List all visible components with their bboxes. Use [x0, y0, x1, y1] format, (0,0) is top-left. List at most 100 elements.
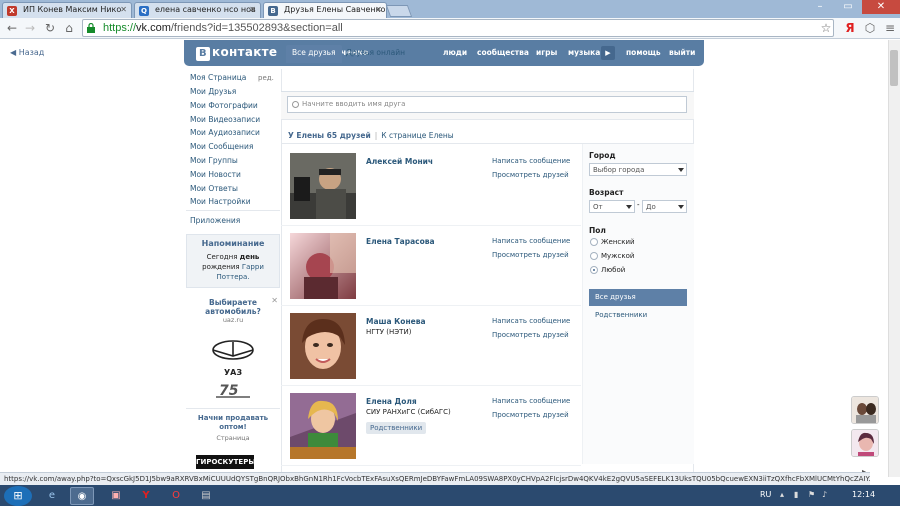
- menu-friends[interactable]: Мои Друзья: [190, 87, 236, 96]
- friend-avatar[interactable]: [290, 153, 356, 219]
- menu-photos[interactable]: Мои Фотографии: [190, 101, 258, 110]
- edit-link[interactable]: ред.: [258, 74, 274, 82]
- view-friends-link[interactable]: Просмотреть друзей: [492, 251, 569, 259]
- tray-volume-icon[interactable]: ♪: [822, 490, 830, 499]
- ad2-banner[interactable]: ГИРОСКУТЕРЫ: [196, 455, 256, 469]
- city-select[interactable]: Выбор города: [589, 163, 687, 176]
- music-play-icon[interactable]: ▶: [601, 46, 615, 60]
- gender-male-radio[interactable]: [590, 252, 598, 260]
- write-message-link[interactable]: Написать сообщение: [492, 237, 570, 245]
- menu-answers[interactable]: Мои Ответы: [190, 184, 238, 193]
- browser-tab-3-active[interactable]: B Друзья Елены Савченко ✕: [263, 2, 387, 18]
- birthday-person-link[interactable]: Гарри: [242, 263, 264, 271]
- tab-close-icon[interactable]: ✕: [249, 5, 256, 14]
- friend-name[interactable]: Алексей Монич: [366, 157, 433, 166]
- view-friends-link[interactable]: Просмотреть друзей: [492, 411, 569, 419]
- list-relatives[interactable]: Родственники: [595, 311, 647, 319]
- taskbar-chrome-icon[interactable]: ◉: [70, 487, 94, 505]
- friend-name[interactable]: Елена Тарасова: [366, 237, 435, 246]
- dropdown-arrow-icon: [626, 205, 632, 209]
- tab-close-icon[interactable]: ✕: [375, 5, 382, 14]
- write-message-link[interactable]: Написать сообщение: [492, 397, 570, 405]
- minimize-icon[interactable]: –: [806, 0, 834, 14]
- ad2-title[interactable]: Начни продавать оптом!: [186, 414, 280, 432]
- bookmark-star-icon[interactable]: ☆: [818, 20, 834, 36]
- nav-people[interactable]: люди: [443, 48, 467, 57]
- reload-icon[interactable]: ↻: [42, 20, 58, 36]
- nav-logout[interactable]: выйти: [669, 48, 695, 57]
- view-friends-link[interactable]: Просмотреть друзей: [492, 171, 569, 179]
- taskbar-yandex-icon[interactable]: Y: [134, 487, 158, 505]
- gender-any-label[interactable]: Любой: [601, 266, 625, 274]
- ad-close-icon[interactable]: ✕: [271, 296, 278, 305]
- menu-videos[interactable]: Мои Видеозаписи: [190, 115, 260, 124]
- menu-settings[interactable]: Мои Настройки: [190, 197, 251, 206]
- taskbar-ie-icon[interactable]: e: [40, 487, 64, 505]
- taskbar-opera-icon[interactable]: O: [164, 487, 188, 505]
- nav-music[interactable]: музыка: [568, 48, 600, 57]
- write-message-link[interactable]: Написать сообщение: [492, 157, 570, 165]
- start-button[interactable]: ⊞: [4, 486, 32, 506]
- friend-search-input[interactable]: Начните вводить имя друга: [287, 96, 687, 113]
- taskbar-clock[interactable]: 12:14: [852, 490, 875, 499]
- yandex-icon[interactable]: Я: [842, 20, 858, 36]
- address-bar[interactable]: https://vk.com/friends?id=135502893&sect…: [82, 19, 834, 37]
- new-tab-button[interactable]: [385, 5, 413, 17]
- scrollbar-thumb[interactable]: [890, 50, 898, 86]
- menu-divider: [186, 210, 280, 211]
- menu-icon[interactable]: ≡: [882, 20, 898, 36]
- gender-male-label[interactable]: Мужской: [601, 252, 634, 260]
- friend-avatar[interactable]: [290, 393, 356, 459]
- nav-communities[interactable]: сообщества: [477, 48, 529, 57]
- taskbar-word-icon[interactable]: ▣: [104, 487, 128, 505]
- nav-games[interactable]: игры: [536, 48, 557, 57]
- friend-name[interactable]: Елена Доля: [366, 397, 417, 406]
- page-scrollbar[interactable]: [888, 40, 900, 477]
- browser-tab-2[interactable]: Q елена савченко нсо нов ✕: [134, 2, 261, 18]
- friend-name[interactable]: Маша Конева: [366, 317, 426, 326]
- tab-all-friends[interactable]: Все друзья: [286, 45, 342, 63]
- tray-network-icon[interactable]: ▮: [794, 490, 802, 499]
- gender-female-label[interactable]: Женский: [601, 238, 635, 246]
- language-indicator[interactable]: RU: [760, 490, 771, 499]
- write-message-link[interactable]: Написать сообщение: [492, 317, 570, 325]
- list-all-friends[interactable]: Все друзья: [589, 289, 687, 306]
- close-window-icon[interactable]: ✕: [862, 0, 900, 14]
- menu-groups[interactable]: Мои Группы: [190, 156, 238, 165]
- browser-tab-label: ИП Конев Максим Нико: [23, 5, 122, 14]
- nav-help[interactable]: помощь: [626, 48, 661, 57]
- menu-news[interactable]: Мои Новости: [190, 170, 241, 179]
- extension-icon[interactable]: ⬡: [862, 20, 878, 36]
- tray-expand-icon[interactable]: ▴: [780, 490, 788, 499]
- uaz-brand-label: УАЗ: [223, 368, 243, 377]
- tray-flag-icon[interactable]: ⚑: [808, 490, 816, 499]
- back-arrow-icon[interactable]: ←: [4, 20, 20, 36]
- friends-count: У Елены 65 друзей: [288, 131, 371, 140]
- view-friends-link[interactable]: Просмотреть друзей: [492, 331, 569, 339]
- forward-arrow-icon[interactable]: →: [22, 20, 38, 36]
- back-link[interactable]: ◀ Назад: [10, 48, 44, 57]
- chat-avatar[interactable]: [851, 429, 879, 457]
- maximize-icon[interactable]: ▭: [834, 0, 862, 14]
- tab-close-icon[interactable]: ✕: [120, 5, 127, 14]
- menu-audio[interactable]: Мои Аудиозаписи: [190, 128, 260, 137]
- age-from-select[interactable]: От: [589, 200, 635, 213]
- to-profile-link[interactable]: К странице Елены: [381, 131, 453, 140]
- age-to-select[interactable]: До: [642, 200, 687, 213]
- home-icon[interactable]: ⌂: [61, 20, 77, 36]
- gender-female-radio[interactable]: [590, 238, 598, 246]
- friend-avatar[interactable]: [290, 313, 356, 379]
- gender-any-radio[interactable]: [590, 266, 598, 274]
- back-triangle-icon: ◀: [10, 48, 19, 57]
- uaz-logo[interactable]: [204, 340, 262, 368]
- ad-title[interactable]: Выбираете автомобиль?: [186, 292, 280, 316]
- menu-my-page[interactable]: Моя Страница: [190, 73, 246, 82]
- menu-messages[interactable]: Мои Сообщения: [190, 142, 253, 151]
- browser-tab-1[interactable]: X ИП Конев Максим Нико ✕: [2, 2, 132, 18]
- vk-logo[interactable]: Вконтакте: [196, 45, 277, 61]
- chat-avatar[interactable]: [851, 396, 879, 424]
- tab-friends-online[interactable]: Друзья онлайн: [340, 45, 411, 63]
- menu-apps[interactable]: Приложения: [190, 216, 240, 225]
- taskbar-app-icon[interactable]: ▤: [194, 487, 218, 505]
- friend-avatar[interactable]: [290, 233, 356, 299]
